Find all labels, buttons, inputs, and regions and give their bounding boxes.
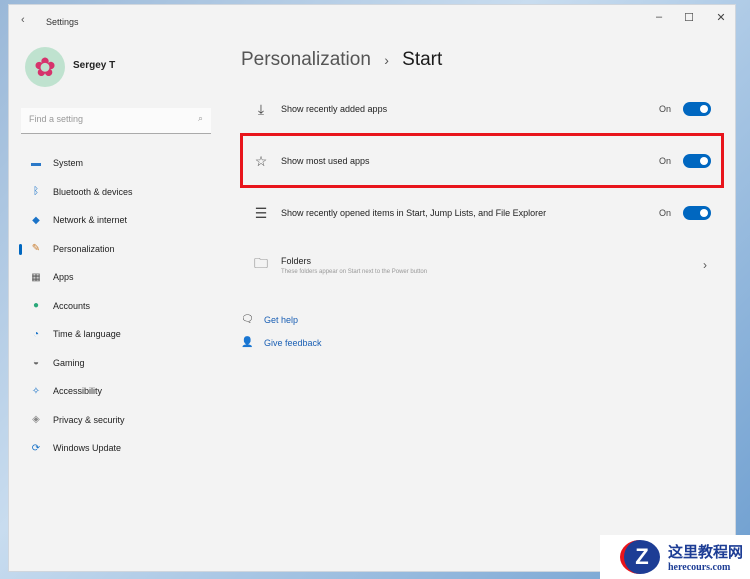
- folders-row[interactable]: 🗀 Folders These folders appear on Start ne…: [241, 241, 721, 289]
- avatar[interactable]: ✿: [25, 47, 65, 87]
- gamepad-icon: ◒: [32, 357, 40, 369]
- apps-icon: ▦: [31, 271, 41, 283]
- maximize-button[interactable]: ☐: [679, 11, 699, 24]
- search-icon: ⌕: [197, 113, 203, 123]
- help-icon: 🗨: [241, 314, 254, 325]
- setting-label: Show recently opened items in Start, Jum…: [281, 208, 547, 218]
- settings-window: ‹ Settings – ☐ ✕ ✿ Sergey T Find a setti…: [8, 4, 736, 572]
- breadcrumb-parent[interactable]: Personalization: [241, 49, 371, 70]
- get-help-label: Get help: [264, 314, 299, 325]
- breadcrumb-separator: ›: [384, 52, 389, 68]
- setting-recently-added: ⤓ Show recently added apps On: [241, 85, 721, 133]
- setting-recently-opened: ☰ Show recently opened items in Start, Ju…: [241, 189, 721, 237]
- highlight-box: [240, 133, 724, 188]
- chevron-right-icon: ›: [703, 258, 707, 272]
- sidebar-item-gaming[interactable]: ◒ Gaming: [19, 349, 219, 378]
- folders-description: These folders appear on Start next to th…: [281, 268, 428, 275]
- sidebar-item-personalization[interactable]: ✎ Personalization: [19, 235, 219, 264]
- title-bar: ‹ Settings – ☐ ✕: [9, 5, 735, 35]
- bluetooth-icon: ᛒ: [33, 186, 39, 198]
- breadcrumb: Personalization › Start: [241, 49, 442, 71]
- sidebar-item-accounts[interactable]: ● Accounts: [19, 292, 219, 321]
- person-icon: ●: [32, 300, 40, 312]
- feedback-icon: 👤: [241, 337, 254, 348]
- sidebar-item-time-language[interactable]: ◔ Time & language: [19, 320, 219, 349]
- give-feedback-link[interactable]: 👤 Give feedback: [241, 337, 322, 348]
- wifi-icon: ◆: [32, 214, 40, 226]
- sidebar-item-system[interactable]: ▬ System: [19, 149, 219, 178]
- search-input[interactable]: Find a setting ⌕: [21, 108, 211, 134]
- folder-icon: 🗀: [254, 255, 268, 271]
- sidebar-item-label: Privacy & security: [53, 414, 125, 425]
- watermark-url: herecours.com: [668, 562, 731, 573]
- monitor-icon: ▬: [31, 157, 41, 169]
- update-icon: ⟳: [31, 442, 41, 454]
- sidebar-item-label: Accounts: [53, 300, 91, 311]
- sidebar-item-bluetooth[interactable]: ᛒ Bluetooth & devices: [19, 178, 219, 207]
- list-icon: ☰: [254, 204, 268, 221]
- sidebar-item-network[interactable]: ◆ Network & internet: [19, 206, 219, 235]
- sidebar-item-label: Accessibility: [53, 386, 103, 397]
- accessibility-icon: ✧: [31, 385, 41, 397]
- folders-label: Folders: [281, 255, 312, 266]
- sidebar-item-privacy[interactable]: ◈ Privacy & security: [19, 406, 219, 435]
- sidebar-nav: ▬ System ᛒ Bluetooth & devices ◆ Network & …: [19, 149, 219, 463]
- brush-icon: ✎: [31, 243, 41, 255]
- setting-label: Show recently added apps: [281, 104, 388, 114]
- sidebar-item-accessibility[interactable]: ✧ Accessibility: [19, 377, 219, 406]
- sidebar-item-apps[interactable]: ▦ Apps: [19, 263, 219, 292]
- sidebar-item-label: System: [53, 158, 84, 169]
- toggle-switch[interactable]: [683, 206, 711, 220]
- toggle-state: On: [658, 208, 671, 218]
- sidebar-item-windows-update[interactable]: ⟳ Windows Update: [19, 434, 219, 463]
- user-name: Sergey T: [73, 60, 116, 71]
- sidebar-item-label: Bluetooth & devices: [53, 186, 133, 197]
- app-title: Settings: [46, 17, 79, 27]
- sidebar-item-label: Apps: [53, 272, 74, 283]
- toggle-state: On: [658, 104, 671, 114]
- sidebar-item-label: Time & language: [53, 329, 121, 340]
- watermark-logo-icon: Z: [620, 540, 660, 574]
- toggle-switch[interactable]: [683, 102, 711, 116]
- minimize-button[interactable]: –: [649, 11, 669, 23]
- get-help-link[interactable]: 🗨 Get help: [241, 314, 298, 325]
- shield-icon: ◈: [32, 414, 40, 426]
- sidebar-item-label: Network & internet: [53, 215, 128, 226]
- give-feedback-label: Give feedback: [264, 337, 322, 348]
- page-title: Start: [402, 49, 443, 70]
- sidebar-item-label: Gaming: [53, 357, 85, 368]
- sidebar-item-label: Personalization: [53, 243, 115, 254]
- watermark: Z 这里教程网 herecours.com: [600, 535, 750, 579]
- download-icon: ⤓: [257, 100, 265, 117]
- close-button[interactable]: ✕: [711, 11, 731, 24]
- globe-clock-icon: ◔: [32, 328, 40, 340]
- back-button[interactable]: ‹: [21, 14, 25, 26]
- sidebar-item-label: Windows Update: [53, 443, 122, 454]
- watermark-title: 这里教程网: [668, 544, 744, 561]
- search-placeholder: Find a setting: [29, 114, 84, 124]
